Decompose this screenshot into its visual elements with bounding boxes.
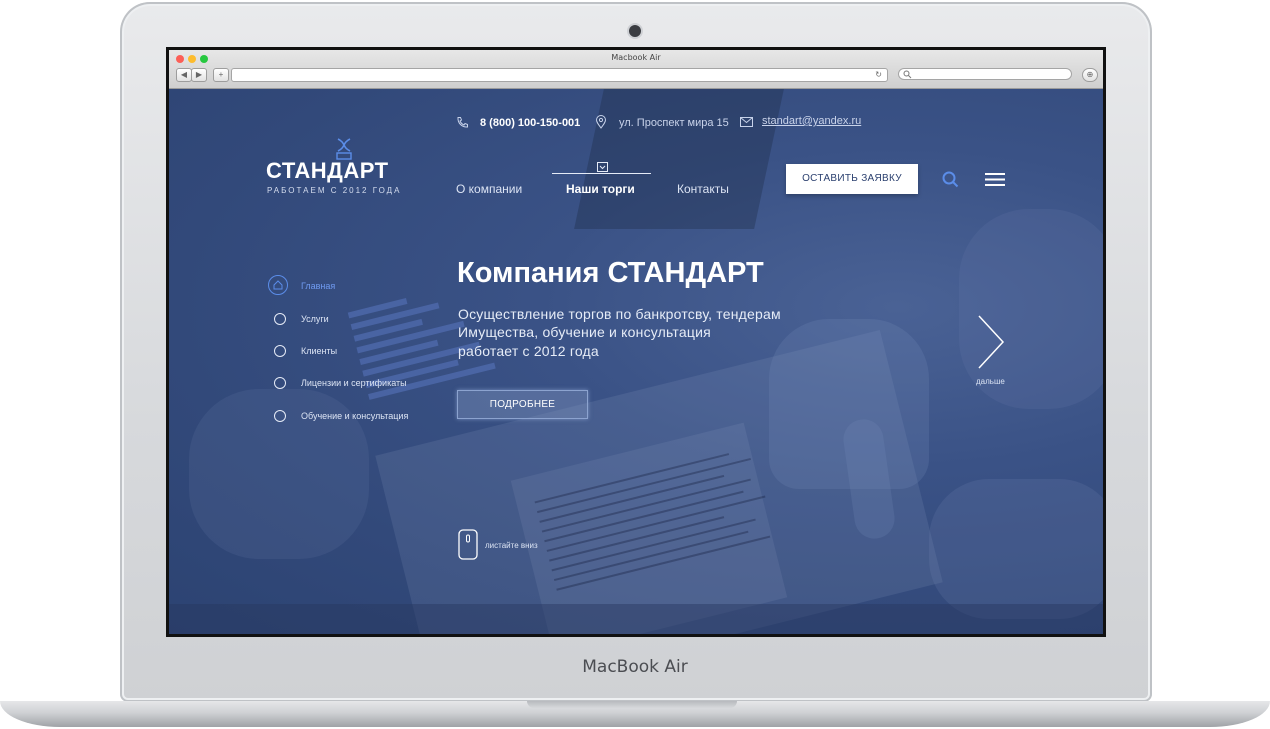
next-label: дальше <box>976 377 1005 386</box>
logo-name: СТАНДАРТ <box>266 158 389 183</box>
side-nav-label: Лицензии и сертификаты <box>301 378 407 388</box>
nav-item-contacts[interactable]: Контакты <box>677 182 729 196</box>
more-button-label: ПОДРОБНЕЕ <box>489 399 556 410</box>
side-nav-label: Обучение и консультация <box>301 411 409 421</box>
hero-text-line-1: Осуществление торгов по банкротсву, тенд… <box>458 306 781 322</box>
side-nav: Главная Услуги Клиенты Лицензии и сертиф… <box>268 275 428 425</box>
more-button[interactable]: ПОДРОБНЕЕ <box>457 390 588 419</box>
browser-search-field[interactable] <box>898 68 1072 80</box>
home-icon <box>273 280 283 290</box>
header-email[interactable]: standart@yandex.ru <box>762 115 861 127</box>
circle-icon <box>274 345 286 357</box>
logo[interactable]: СТАНДАРТ РАБОТАЕМ С 2012 ГОДА <box>266 137 402 199</box>
side-nav-item-licenses[interactable]: Лицензии и сертификаты <box>268 372 428 394</box>
window-title: Macbook Air <box>611 53 661 62</box>
website-viewport: 8 (800) 100-150-001 ул. Проспект мира 15… <box>169 89 1103 634</box>
nav-item-auctions[interactable]: Наши торги <box>566 182 635 196</box>
search-icon[interactable] <box>942 171 959 188</box>
side-nav-item-services[interactable]: Услуги <box>268 308 428 330</box>
header-phone[interactable]: 8 (800) 100-150-001 <box>480 117 580 129</box>
scroll-down-hint[interactable]: листайте вниз <box>458 529 578 561</box>
laptop-notch <box>527 701 737 708</box>
forward-button[interactable]: ▶ <box>191 68 207 82</box>
chevron-down-icon <box>597 162 608 172</box>
downloads-icon[interactable]: ⊕ <box>1082 68 1098 82</box>
circle-icon <box>274 410 286 422</box>
logo-tagline: РАБОТАЕМ С 2012 ГОДА <box>267 186 402 195</box>
menu-icon[interactable] <box>985 172 1005 187</box>
header-address: ул. Проспект мира 15 <box>619 117 729 129</box>
phone-icon <box>457 117 468 128</box>
circle-icon <box>274 313 286 325</box>
side-nav-label: Клиенты <box>301 346 338 356</box>
side-nav-label: Услуги <box>301 314 329 324</box>
nav-item-about[interactable]: О компании <box>456 182 522 196</box>
side-nav-label: Главная <box>301 281 336 291</box>
back-button[interactable]: ◀ <box>176 68 192 82</box>
nav-active-indicator <box>552 173 651 174</box>
hero-text-line-2: Имущества, обучение и консультация <box>458 324 711 340</box>
next-slide-button[interactable]: дальше <box>970 314 1010 389</box>
new-tab-button[interactable]: + <box>213 68 229 82</box>
camera-icon <box>629 25 641 37</box>
scroll-label: листайте вниз <box>485 541 538 550</box>
side-nav-item-home[interactable]: Главная <box>268 275 428 297</box>
hero-title: Компания СТАНДАРТ <box>457 257 764 289</box>
circle-icon <box>274 377 286 389</box>
mouse-icon <box>458 529 478 560</box>
chevron-right-icon <box>978 315 1005 369</box>
request-button[interactable]: ОСТАВИТЬ ЗАЯВКУ <box>786 164 918 194</box>
side-nav-item-training[interactable]: Обучение и консультация <box>268 405 428 427</box>
address-bar[interactable]: ↻ <box>231 68 888 82</box>
reload-icon[interactable]: ↻ <box>875 69 882 81</box>
browser-chrome: Macbook Air ◀ ▶ + ↻ ⊕ <box>169 50 1103 89</box>
mail-icon <box>740 117 753 127</box>
request-button-label: ОСТАВИТЬ ЗАЯВКУ <box>802 173 902 184</box>
location-pin-icon <box>595 115 607 129</box>
magnifier-icon <box>903 70 912 79</box>
side-nav-item-clients[interactable]: Клиенты <box>268 340 428 362</box>
device-brand: MacBook Air <box>582 657 688 677</box>
hero-text-line-3: работает с 2012 года <box>458 343 599 359</box>
